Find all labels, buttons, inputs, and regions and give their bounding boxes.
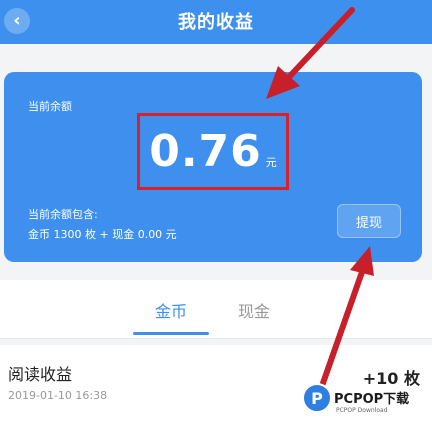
amount-highlight-box: 0.76 元: [137, 113, 289, 190]
record-date: 2019-01-10 16:38: [8, 389, 108, 402]
balance-unit: 元: [265, 155, 277, 169]
tab-bar: 金币 现金: [0, 280, 432, 339]
withdraw-button[interactable]: 提现: [337, 204, 401, 238]
page-title: 我的收益: [178, 12, 254, 33]
tab-coins[interactable]: 金币: [155, 298, 187, 322]
balance-includes-label: 当前余额包含:: [28, 208, 98, 221]
balance-breakdown: 金币 1300 枚 + 现金 0.00 元: [28, 228, 177, 241]
balance-amount: 0.76: [149, 126, 262, 177]
tab-cash[interactable]: 现金: [238, 298, 270, 322]
record-title: 阅读收益: [8, 365, 73, 384]
watermark-text: PCPOP下载: [334, 392, 410, 407]
watermark: P PCPOP下载 PCPOP Download: [298, 383, 432, 423]
active-tab-indicator: [133, 332, 209, 335]
balance-label: 当前余额: [28, 100, 72, 113]
header-bar: ‹ 我的收益: [0, 0, 432, 44]
watermark-subtext: PCPOP Download: [336, 407, 388, 414]
pcpop-logo-icon: P: [302, 383, 332, 413]
balance-card: 当前余额 0.76 元 当前余额包含: 金币 1300 枚 + 现金 0.00 …: [4, 72, 422, 262]
